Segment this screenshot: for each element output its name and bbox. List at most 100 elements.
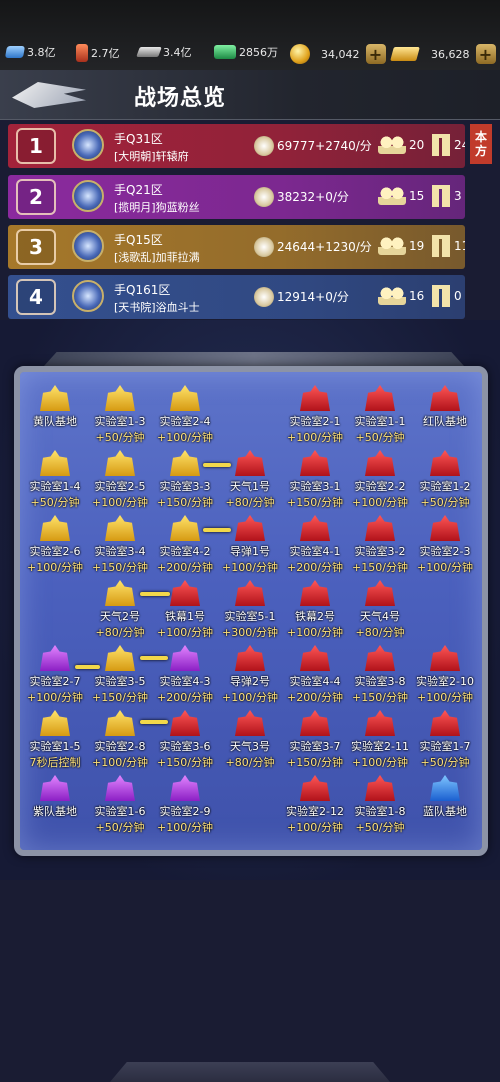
map-node[interactable]: 实验室1-6 +50/分钟 (85, 775, 155, 835)
map-node[interactable]: 铁幕1号 +100/分钟 (150, 580, 220, 640)
gold-bar-icon (390, 47, 420, 61)
map-node[interactable]: 实验室3-2 +150/分钟 (345, 515, 415, 575)
map-node[interactable]: 实验室5-1 +300/分钟 (215, 580, 285, 640)
map-frame-decoration (44, 352, 464, 366)
player-count: 16 (409, 289, 425, 303)
node-rate: +100/分钟 (287, 821, 343, 834)
node-name: 红队基地 (423, 415, 467, 428)
map-node[interactable]: 天气4号 +80/分钟 (345, 580, 415, 640)
node-name: 实验室3-8 (354, 675, 406, 688)
team-row[interactable]: 3 手Q15区 [浅歌乱]加菲拉满 24644+1230/分 19 11 (8, 225, 465, 269)
map-node[interactable]: 实验室2-6 +100/分钟 (20, 515, 90, 575)
map-node[interactable]: 实验室3-8 +150/分钟 (345, 645, 415, 705)
building-icon (300, 710, 330, 736)
map-node[interactable]: 实验室1-2 +50/分钟 (410, 450, 480, 510)
node-name: 实验室2-10 (416, 675, 474, 688)
map-node[interactable]: 实验室3-6 +150/分钟 (150, 710, 220, 770)
map-node[interactable]: 实验室2-8 +100/分钟 (85, 710, 155, 770)
node-rate: +100/分钟 (157, 626, 213, 639)
map-node[interactable]: 实验室2-9 +100/分钟 (150, 775, 220, 835)
building-icon (105, 515, 135, 541)
resource-value: 3.4亿 (163, 46, 192, 59)
building-icon (300, 450, 330, 476)
map-node[interactable]: 铁幕2号 +100/分钟 (280, 580, 350, 640)
team-score: 69777+2740/分 (277, 139, 372, 153)
building-icon (170, 450, 200, 476)
server-name: 手Q15区 (114, 233, 163, 247)
map-node[interactable]: 实验室2-1 +100/分钟 (280, 385, 350, 445)
map-node[interactable]: 导弹1号 +100/分钟 (215, 515, 285, 575)
map-node[interactable]: 红队基地 (410, 385, 480, 429)
building-icon (432, 285, 450, 307)
player-count: 15 (409, 189, 425, 203)
map-node[interactable]: 导弹2号 +100/分钟 (215, 645, 285, 705)
map-node[interactable]: 实验室4-3 +200/分钟 (150, 645, 220, 705)
node-name: 实验室4-2 (159, 545, 211, 558)
building-icon (105, 580, 135, 606)
map-node[interactable]: 黄队基地 (20, 385, 90, 429)
node-rate: +100/分钟 (417, 561, 473, 574)
map-node[interactable]: 实验室1-1 +50/分钟 (345, 385, 415, 445)
map-node[interactable]: 实验室3-7 +150/分钟 (280, 710, 350, 770)
my-side-badge: 本 方 (470, 124, 492, 164)
node-name: 实验室2-2 (354, 480, 406, 493)
map-node[interactable]: 实验室3-4 +150/分钟 (85, 515, 155, 575)
team-score: 38232+0/分 (277, 190, 349, 204)
blue-crystal-icon (4, 46, 26, 58)
map-node[interactable]: 天气2号 +80/分钟 (85, 580, 155, 640)
map-node[interactable]: 实验室2-7 +100/分钟 (20, 645, 90, 705)
map-node[interactable]: 实验室2-5 +100/分钟 (85, 450, 155, 510)
map-node[interactable]: 实验室2-3 +100/分钟 (410, 515, 480, 575)
node-rate: +150/分钟 (352, 691, 408, 704)
map-node[interactable]: 实验室3-1 +150/分钟 (280, 450, 350, 510)
node-rate: +150/分钟 (157, 496, 213, 509)
score-shield-icon (254, 237, 274, 257)
building-icon (432, 134, 450, 156)
map-node[interactable]: 实验室2-12 +100/分钟 (280, 775, 350, 835)
players-icon (378, 237, 406, 255)
node-rate: +200/分钟 (157, 561, 213, 574)
map-node[interactable]: 实验室4-2 +200/分钟 (150, 515, 220, 575)
add-coin-button[interactable]: + (365, 44, 386, 64)
map-node[interactable]: 蓝队基地 (410, 775, 480, 819)
server-emblem-icon (72, 129, 104, 161)
map-node[interactable]: 紫队基地 (20, 775, 90, 819)
node-name: 天气4号 (360, 610, 400, 623)
team-score: 12914+0/分 (277, 290, 349, 304)
map-node[interactable]: 实验室4-4 +200/分钟 (280, 645, 350, 705)
map-node[interactable]: 实验室2-11 +100/分钟 (345, 710, 415, 770)
map-node[interactable]: 实验室2-4 +100/分钟 (150, 385, 220, 445)
node-rate: +100/分钟 (157, 821, 213, 834)
map-node[interactable]: 实验室3-5 +150/分钟 (85, 645, 155, 705)
map-node[interactable]: 实验室1-8 +50/分钟 (345, 775, 415, 835)
title-bar (0, 70, 500, 120)
team-row[interactable]: 2 手Q21区 [揽明月]狗蓝粉丝 38232+0/分 15 3 (8, 175, 465, 219)
map-node[interactable]: 天气3号 +80/分钟 (215, 710, 285, 770)
node-name: 实验室1-5 (29, 740, 81, 753)
building-icon (300, 775, 330, 801)
team-row[interactable]: 4 手Q161区 [天书院]浴血斗士 12914+0/分 16 0 (8, 275, 465, 319)
team-row[interactable]: 1 手Q31区 [大明朝]轩辕府 69777+2740/分 20 24 (8, 124, 465, 168)
building-icon (430, 710, 460, 736)
resource-value: 36,628 (431, 47, 470, 61)
server-name: 手Q161区 (114, 283, 171, 297)
map-node[interactable]: 天气1号 +80/分钟 (215, 450, 285, 510)
gold-coin-icon (290, 44, 310, 64)
add-gold-button[interactable]: + (475, 44, 496, 64)
map-node[interactable]: 实验室2-10 +100/分钟 (410, 645, 480, 705)
map-node[interactable]: 实验室3-3 +150/分钟 (150, 450, 220, 510)
score-shield-icon (254, 136, 274, 156)
map-node[interactable]: 实验室2-2 +100/分钟 (345, 450, 415, 510)
building-icon (432, 185, 450, 207)
map-node[interactable]: 实验室4-1 +200/分钟 (280, 515, 350, 575)
building-icon (170, 515, 200, 541)
node-name: 实验室3-5 (94, 675, 146, 688)
map-node[interactable]: 实验室1-7 +50/分钟 (410, 710, 480, 770)
building-count: 11 (454, 239, 465, 253)
node-rate: +200/分钟 (157, 691, 213, 704)
map-node[interactable]: 实验室1-5 7秒后控制 (20, 710, 90, 770)
resource-value: 34,042 (321, 47, 360, 61)
map-node[interactable]: 实验室1-3 +50/分钟 (85, 385, 155, 445)
map-node[interactable]: 实验室1-4 +50/分钟 (20, 450, 90, 510)
building-icon (430, 450, 460, 476)
